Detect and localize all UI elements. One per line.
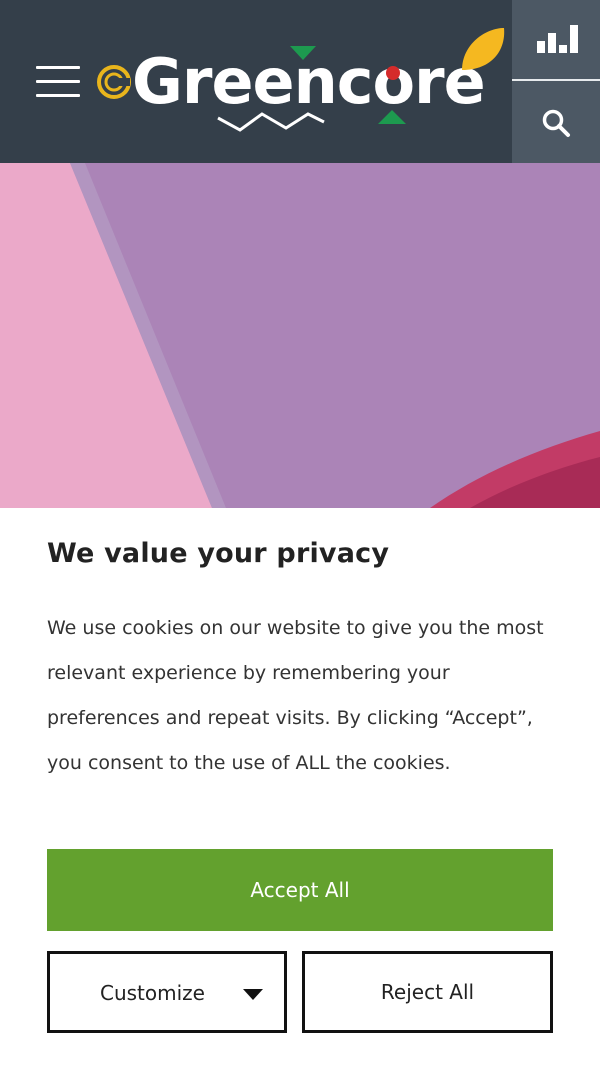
greencore-logo[interactable]: Greencore	[90, 22, 510, 142]
investors-button[interactable]	[512, 0, 600, 79]
cookie-consent-banner: We value your privacy We use cookies on …	[0, 508, 600, 1065]
logo-decoration	[217, 28, 505, 132]
hero-image	[0, 163, 600, 508]
search-button[interactable]	[512, 81, 600, 163]
reject-all-button[interactable]: Reject All	[302, 951, 553, 1033]
hamburger-menu-icon[interactable]	[36, 63, 82, 99]
caret-down-icon	[243, 989, 263, 1000]
cookie-banner-text: We use cookies on our website to give yo…	[47, 617, 544, 774]
search-icon	[542, 109, 570, 137]
hero-art	[0, 163, 600, 508]
cookie-banner-title: We value your privacy	[47, 538, 390, 569]
customize-label: Customize	[100, 981, 205, 1005]
bar-chart-icon	[537, 25, 578, 53]
customize-button[interactable]: Customize	[47, 951, 287, 1033]
site-header: Greencore	[0, 0, 600, 163]
accept-all-button[interactable]: Accept All	[47, 849, 553, 931]
